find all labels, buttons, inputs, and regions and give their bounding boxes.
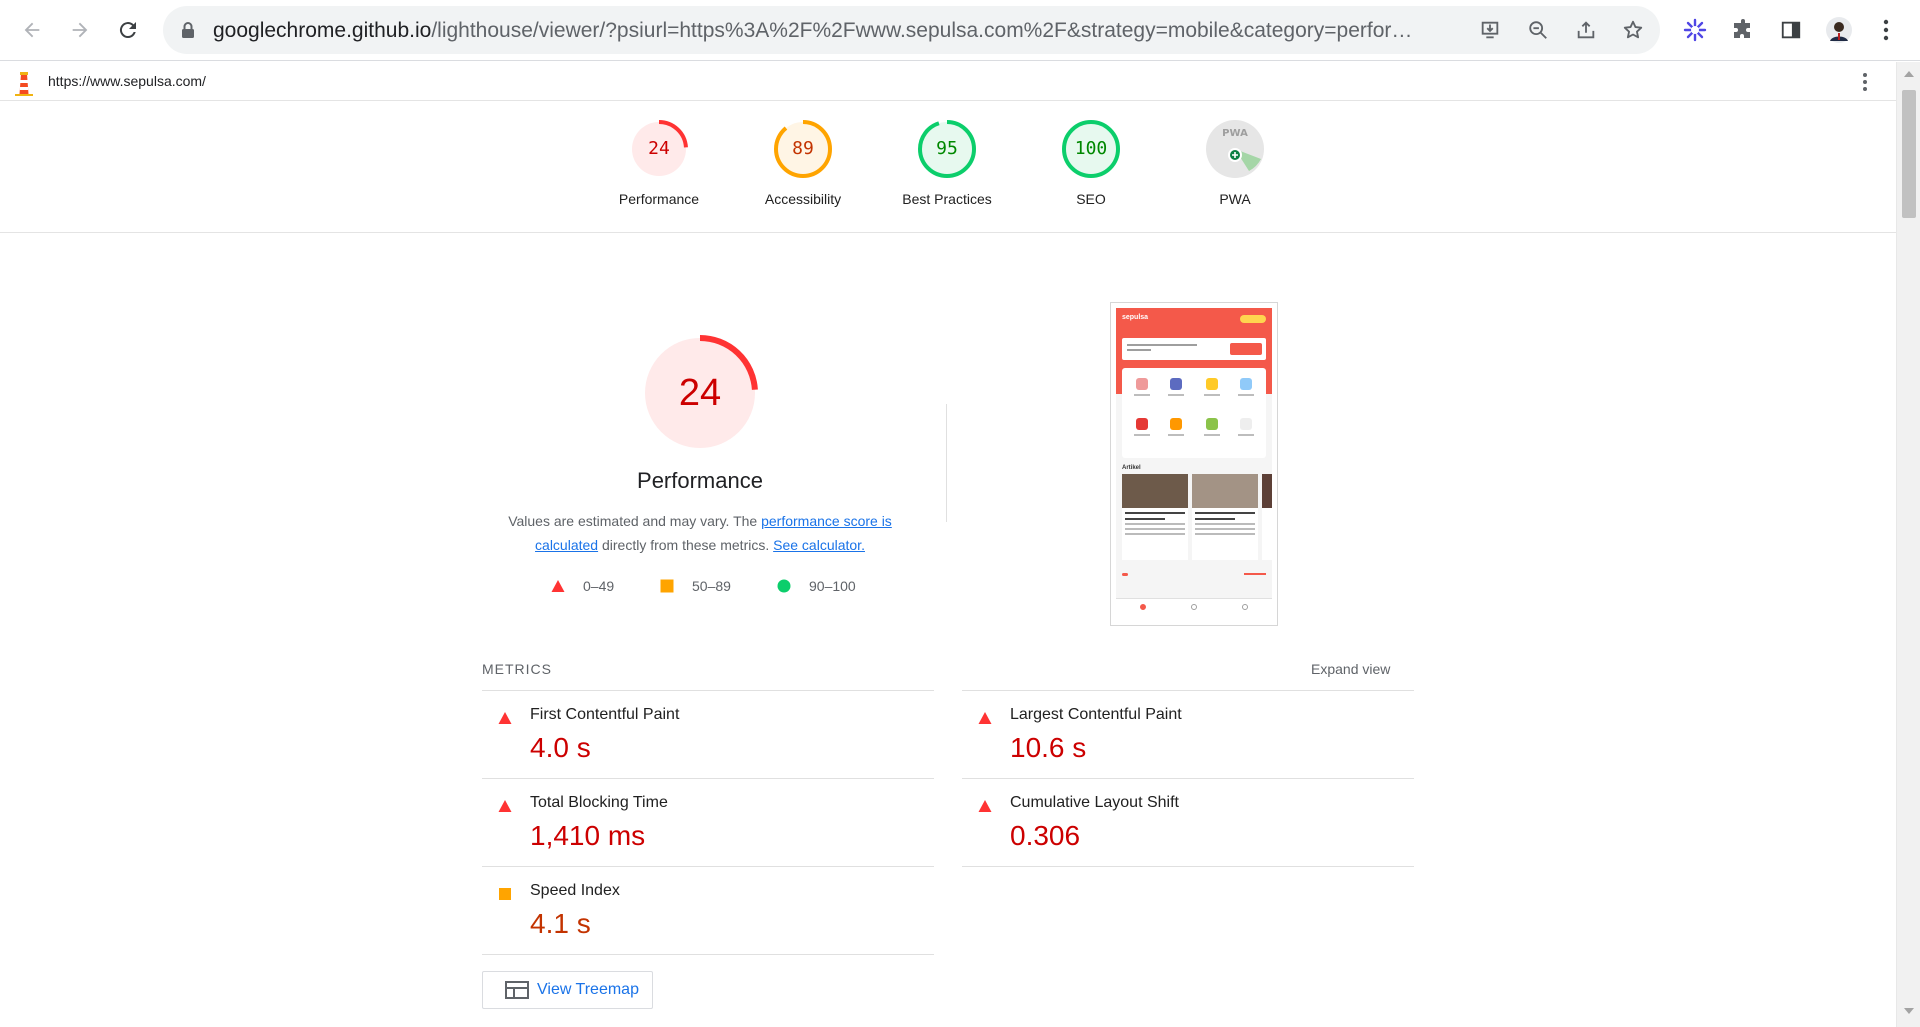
performance-score: 24 [678,372,722,414]
metric-name: First Contentful Paint [530,706,680,723]
arrow-left-icon [24,22,40,38]
lighthouse-logo-icon [15,72,33,96]
gauge-label: Performance [618,191,700,207]
metric-name: Total Blocking Time [530,794,668,811]
see-calculator-link[interactable]: See calculator. [773,537,865,553]
install-icon [1481,21,1499,39]
gauge-score: 100 [1074,138,1108,159]
gauge-label: PWA [1219,191,1251,207]
star-icon [1623,20,1643,39]
page-screenshot-image: sepulsa Artikel [1116,308,1272,620]
side-panel-button[interactable] [1775,14,1807,46]
metric-cumulative-layout-shift: Cumulative Layout Shift 0.306 [962,778,1414,866]
scrollbar-thumb[interactable] [1902,90,1916,218]
lighthouse-topbar: https://www.sepulsa.com/ [0,62,1896,101]
extension-button[interactable] [1679,14,1711,46]
extensions-button[interactable] [1727,14,1759,46]
gauge-ring: 95 [917,119,977,179]
share-icon [1577,21,1595,39]
metric-total-blocking-time: Total Blocking Time 1,410 ms [482,778,934,866]
metric-value: 4.1 s [530,908,591,939]
gauge-ring: 100 [1061,119,1121,179]
gauge-score: PWA [1222,128,1248,139]
fail-triangle-icon [498,800,512,812]
gauge-score: 24 [648,138,670,159]
gauge-accessibility[interactable]: 89 Accessibility [743,119,863,207]
treemap-icon [505,981,529,999]
metric-speed-index: Speed Index 4.1 s [482,866,934,954]
gauge-ring: PWA [1205,119,1265,179]
metric-divider [482,954,934,955]
overview-divider [946,404,947,522]
gauge-ring: 24 [629,119,689,179]
square-icon [660,579,674,593]
fail-triangle-icon [978,800,992,812]
final-screenshot[interactable]: sepulsa Artikel [1110,302,1278,626]
side-panel-icon [1781,21,1801,39]
scroll-down-icon[interactable] [1904,1008,1914,1014]
page-scrollbar[interactable] [1896,62,1920,1027]
legend-average: 50–89 [660,578,731,594]
metric-divider [962,866,1414,867]
sparkle-extension-icon [1683,18,1707,42]
gauge-seo[interactable]: 100 SEO [1031,119,1151,207]
scroll-up-icon[interactable] [1904,71,1914,77]
metric-value: 1,410 ms [530,820,646,851]
gauge-score: 95 [936,138,958,159]
reload-icon [119,22,136,39]
metric-largest-contentful-paint: Largest Contentful Paint 10.6 s [962,690,1414,778]
circle-icon [777,579,791,593]
report-url[interactable]: https://www.sepulsa.com/ [48,73,206,89]
metric-name: Largest Contentful Paint [1010,706,1182,723]
performance-title: Performance [637,468,763,493]
back-button[interactable] [12,10,52,50]
sepulsa-logo: sepulsa [1122,314,1149,321]
metric-name: Speed Index [530,882,620,899]
category-gauges: 24 Performance 89 Accessibility 95 Best … [0,101,1896,233]
browser-menu-button[interactable] [1871,14,1901,46]
triangle-icon [551,580,565,592]
metric-value: 10.6 s [1010,732,1087,763]
avatar-icon [1826,17,1852,43]
gauge-best-practices[interactable]: 95 Best Practices [887,119,1007,207]
metric-name: Cumulative Layout Shift [1010,794,1179,811]
gauge-label: Accessibility [764,191,842,207]
gauge-score: 89 [792,138,814,159]
more-vert-icon [1883,19,1889,41]
address-bar[interactable]: googlechrome.github.io/lighthouse/viewer… [163,6,1660,54]
gauge-label: Best Practices [902,191,992,207]
fail-triangle-icon [498,712,512,724]
fail-triangle-icon [978,712,992,724]
gauge-pwa[interactable]: PWA PWA [1175,119,1295,207]
performance-description: Values are estimated and may vary. The p… [508,513,892,553]
legend-fail: 0–49 [551,578,614,594]
browser-toolbar: googlechrome.github.io/lighthouse/viewer… [0,0,1920,61]
expand-view-toggle[interactable]: Expand view [1311,661,1390,677]
forward-button[interactable] [60,10,100,50]
legend-pass: 90–100 [777,578,856,594]
install-button[interactable] [1475,15,1505,45]
puzzle-icon [1734,19,1750,38]
metric-first-contentful-paint: First Contentful Paint 4.0 s [482,690,934,778]
arrow-right-icon [72,22,88,38]
share-button[interactable] [1571,15,1601,45]
address-url[interactable]: googlechrome.github.io/lighthouse/viewer… [213,19,1418,43]
zoom-button[interactable] [1523,15,1553,45]
gauge-ring: 89 [773,119,833,179]
gauge-label: SEO [1076,191,1106,207]
view-treemap-button[interactable]: View Treemap [482,971,653,1009]
metric-value: 0.306 [1010,820,1081,851]
profile-avatar[interactable] [1823,14,1855,46]
metric-value: 4.0 s [530,732,591,763]
lock-icon[interactable] [180,21,196,39]
reload-button[interactable] [108,10,148,50]
average-square-icon [499,888,511,900]
metrics-heading: METRICS [482,661,552,677]
performance-score-gauge: 24 [641,334,759,452]
zoom-out-icon [1529,21,1547,39]
report-menu-icon[interactable] [1862,72,1868,92]
gauge-performance[interactable]: 24 Performance [599,119,719,207]
bookmark-button[interactable] [1618,15,1648,45]
